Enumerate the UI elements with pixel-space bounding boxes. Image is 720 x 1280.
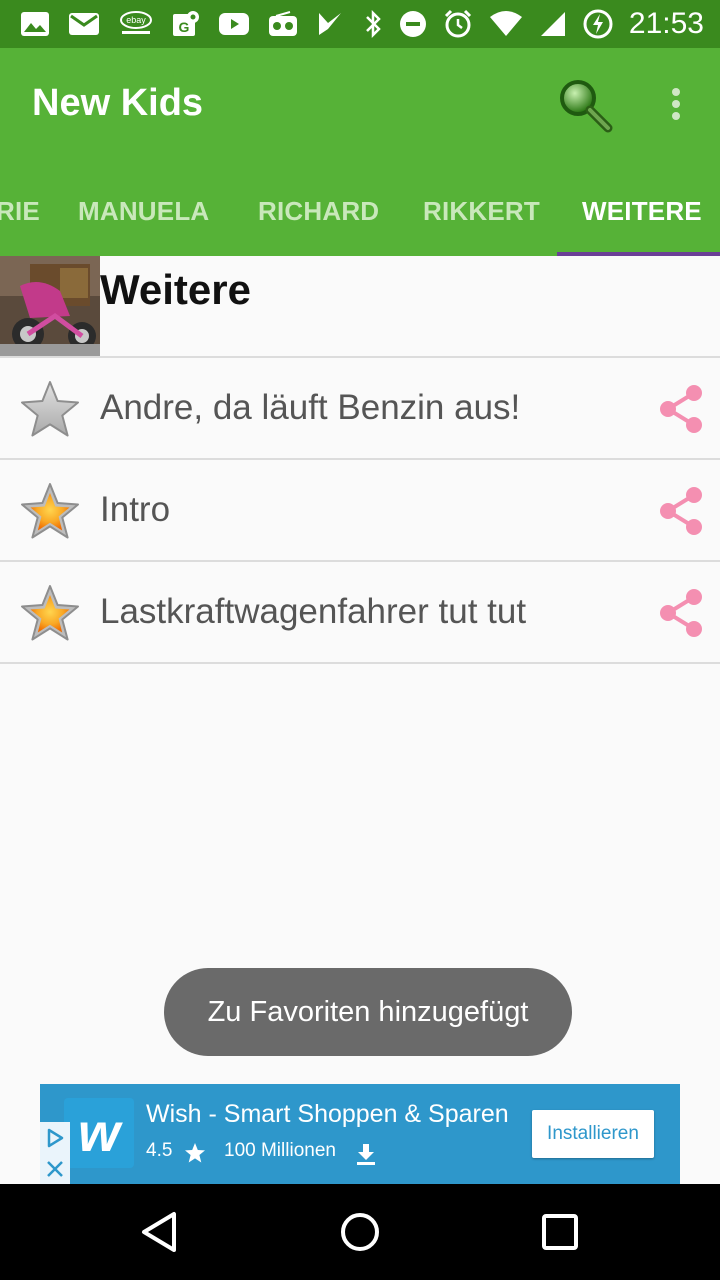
tab-richard[interactable]: RICHARD [258, 196, 379, 227]
adchoices-icon[interactable] [40, 1122, 70, 1154]
tab-bar: RIE MANUELA RICHARD RIKKERT WEITERE [0, 160, 720, 256]
install-button[interactable]: Installieren [532, 1110, 654, 1158]
youtube-icon [218, 12, 250, 36]
clock: 21:53 [628, 7, 704, 40]
star-outline-icon[interactable] [20, 380, 80, 438]
more-options-button[interactable] [660, 82, 692, 126]
maps-icon: G [172, 10, 200, 38]
app-bar: New Kids [0, 48, 720, 160]
share-icon[interactable] [656, 588, 706, 638]
navigation-bar [0, 1184, 720, 1280]
tab-weitere[interactable]: WEITERE [582, 196, 702, 227]
status-bar: ebay G 21:53 [0, 0, 720, 48]
alarm-icon [443, 9, 473, 39]
svg-text:G: G [179, 19, 190, 35]
checkmark-flag-icon [316, 11, 344, 37]
signal-icon [539, 10, 567, 38]
star-icon [185, 1143, 205, 1163]
star-filled-icon[interactable] [20, 482, 80, 540]
bluetooth-icon [363, 10, 383, 38]
download-icon [357, 1144, 375, 1165]
category-title: Weitere [100, 266, 251, 313]
category-thumbnail [0, 256, 100, 356]
list-item[interactable]: Intro [0, 460, 720, 560]
app-title: New Kids [32, 82, 204, 124]
battery-charging-icon [583, 9, 613, 39]
tab-manuela[interactable]: MANUELA [78, 196, 209, 227]
ebay-kleinanzeigen-icon: ebay [118, 10, 154, 38]
image-icon [20, 11, 50, 37]
more-vert-icon [672, 88, 680, 96]
svg-text:ebay: ebay [126, 15, 146, 25]
mail-icon [68, 12, 100, 36]
search-button[interactable] [556, 76, 614, 134]
list-item-label: Andre, da läuft Benzin aus! [100, 388, 521, 427]
toast-message: Zu Favoriten hinzugefügt [164, 968, 572, 1056]
back-icon[interactable] [136, 1208, 184, 1256]
do-not-disturb-icon [399, 10, 427, 38]
category-header: Weitere [0, 256, 720, 356]
recents-icon[interactable] [536, 1208, 584, 1256]
ad-banner[interactable]: w Wish - Smart Shoppen & Sparen 4.5 100 … [40, 1084, 680, 1184]
tab-rie[interactable]: RIE [0, 196, 40, 227]
home-icon[interactable] [336, 1208, 384, 1256]
star-filled-icon[interactable] [20, 584, 80, 642]
wish-logo[interactable]: w [64, 1098, 134, 1168]
share-icon[interactable] [656, 486, 706, 536]
wifi-icon [489, 11, 523, 37]
list-item[interactable]: Lastkraftwagenfahrer tut tut [0, 562, 720, 662]
list-item-label: Lastkraftwagenfahrer tut tut [100, 592, 527, 631]
ad-downloads: 100 Millionen [224, 1140, 336, 1161]
ad-title[interactable]: Wish - Smart Shoppen & Sparen [146, 1100, 509, 1129]
list-item-label: Intro [100, 490, 171, 529]
divider [0, 662, 720, 664]
tab-rikkert[interactable]: RIKKERT [423, 196, 540, 227]
share-icon[interactable] [656, 384, 706, 434]
radio-icon [268, 11, 298, 37]
search-icon [560, 80, 613, 133]
ad-close-icon[interactable] [40, 1154, 70, 1184]
ad-rating: 4.5 [146, 1140, 173, 1161]
list-item[interactable]: Andre, da läuft Benzin aus! [0, 358, 720, 458]
screen: ebay G 21:53 New Kids RIE MANUELA RICHAR… [0, 0, 720, 1280]
